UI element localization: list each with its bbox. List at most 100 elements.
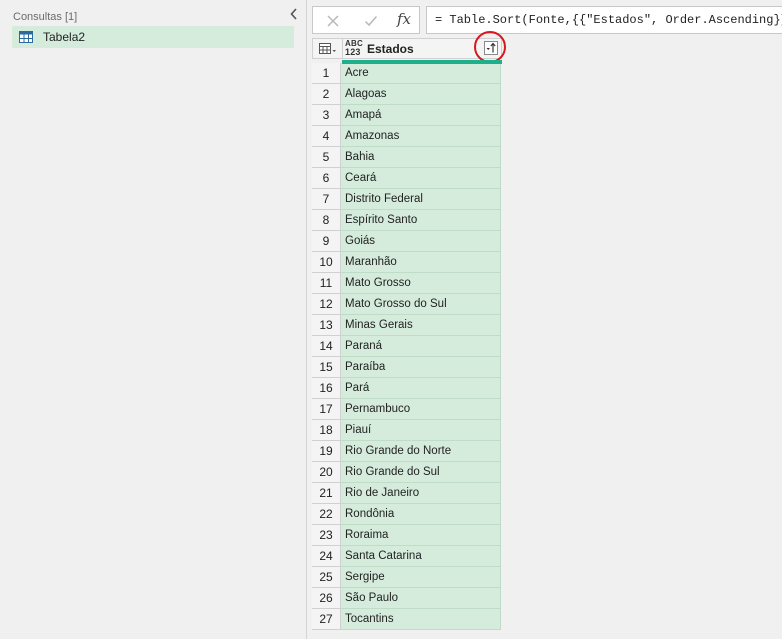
formula-input[interactable]: = Table.Sort(Fonte,{{"Estados", Order.As… — [426, 6, 782, 34]
table-row[interactable]: 1 Acre — [312, 63, 502, 84]
table-cell-estado[interactable]: São Paulo — [341, 588, 501, 609]
row-number[interactable]: 2 — [312, 84, 341, 105]
table-row[interactable]: 13 Minas Gerais — [312, 315, 502, 336]
chevron-left-icon — [290, 8, 297, 20]
table-row[interactable]: 18 Piauí — [312, 420, 502, 441]
row-number[interactable]: 14 — [312, 336, 341, 357]
row-number[interactable]: 22 — [312, 504, 341, 525]
table-cell-estado[interactable]: Roraima — [341, 525, 501, 546]
row-number[interactable]: 1 — [312, 63, 341, 84]
table-cell-estado[interactable]: Sergipe — [341, 567, 501, 588]
table-icon — [19, 31, 33, 43]
row-number[interactable]: 13 — [312, 315, 341, 336]
row-number[interactable]: 7 — [312, 189, 341, 210]
row-number[interactable]: 19 — [312, 441, 341, 462]
row-number[interactable]: 15 — [312, 357, 341, 378]
table-cell-estado[interactable]: Alagoas — [341, 84, 501, 105]
table-row[interactable]: 3 Amapá — [312, 105, 502, 126]
table-cell-estado[interactable]: Santa Catarina — [341, 546, 501, 567]
data-type-any-icon[interactable]: ABC 123 — [345, 40, 363, 57]
grid-rows: 1 Acre 2 Alagoas 3 Amapá 4 Amazonas 5 Bahia 6 Ceará… — [312, 63, 502, 630]
table-cell-estado[interactable]: Paraná — [341, 336, 501, 357]
query-item-label: Tabela2 — [43, 30, 86, 44]
row-number[interactable]: 17 — [312, 399, 341, 420]
table-cell-estado[interactable]: Ceará — [341, 168, 501, 189]
table-row[interactable]: 25 Sergipe — [312, 567, 502, 588]
row-number[interactable]: 27 — [312, 609, 341, 630]
table-cell-estado[interactable]: Minas Gerais — [341, 315, 501, 336]
table-row[interactable]: 9 Goiás — [312, 231, 502, 252]
table-row[interactable]: 6 Ceará — [312, 168, 502, 189]
table-cell-estado[interactable]: Amapá — [341, 105, 501, 126]
table-row[interactable]: 20 Rio Grande do Sul — [312, 462, 502, 483]
table-cell-estado[interactable]: Espírito Santo — [341, 210, 501, 231]
close-icon[interactable] — [325, 13, 341, 29]
table-row[interactable]: 8 Espírito Santo — [312, 210, 502, 231]
table-cell-estado[interactable]: Amazonas — [341, 126, 501, 147]
row-number[interactable]: 11 — [312, 273, 341, 294]
table-cell-estado[interactable]: Mato Grosso do Sul — [341, 294, 501, 315]
collapse-pane-button[interactable] — [287, 6, 301, 22]
table-cell-estado[interactable]: Rio de Janeiro — [341, 483, 501, 504]
table-row[interactable]: 12 Mato Grosso do Sul — [312, 294, 502, 315]
query-item-tabela2[interactable]: Tabela2 — [12, 26, 294, 48]
table-row[interactable]: 16 Pará — [312, 378, 502, 399]
formula-bar-buttons: fx — [312, 6, 420, 34]
column-quality-bar — [342, 60, 502, 64]
row-number[interactable]: 4 — [312, 126, 341, 147]
row-number[interactable]: 3 — [312, 105, 341, 126]
queries-pane: Consultas [1] Tabela2 — [0, 0, 307, 639]
row-number[interactable]: 12 — [312, 294, 341, 315]
table-row[interactable]: 10 Maranhão — [312, 252, 502, 273]
table-row[interactable]: 19 Rio Grande do Norte — [312, 441, 502, 462]
table-cell-estado[interactable]: Acre — [341, 63, 501, 84]
table-row[interactable]: 15 Paraíba — [312, 357, 502, 378]
row-number[interactable]: 8 — [312, 210, 341, 231]
table-menu-button[interactable] — [313, 39, 343, 58]
row-number[interactable]: 10 — [312, 252, 341, 273]
table-cell-estado[interactable]: Rio Grande do Sul — [341, 462, 501, 483]
table-row[interactable]: 24 Santa Catarina — [312, 546, 502, 567]
table-cell-estado[interactable]: Distrito Federal — [341, 189, 501, 210]
check-icon[interactable] — [363, 13, 379, 29]
table-menu-icon — [318, 42, 336, 54]
table-row[interactable]: 14 Paraná — [312, 336, 502, 357]
table-row[interactable]: 27 Tocantins — [312, 609, 502, 630]
table-cell-estado[interactable]: Pernambuco — [341, 399, 501, 420]
column-header-estados[interactable]: ABC 123 Estados — [312, 31, 506, 64]
row-number[interactable]: 5 — [312, 147, 341, 168]
table-cell-estado[interactable]: Maranhão — [341, 252, 501, 273]
table-row[interactable]: 21 Rio de Janeiro — [312, 483, 502, 504]
row-number[interactable]: 18 — [312, 420, 341, 441]
table-cell-estado[interactable]: Tocantins — [341, 609, 501, 630]
table-row[interactable]: 2 Alagoas — [312, 84, 502, 105]
row-number[interactable]: 9 — [312, 231, 341, 252]
table-row[interactable]: 4 Amazonas — [312, 126, 502, 147]
function-fx-button[interactable]: fx — [397, 10, 413, 28]
table-row[interactable]: 7 Distrito Federal — [312, 189, 502, 210]
table-cell-estado[interactable]: Rio Grande do Norte — [341, 441, 501, 462]
row-number[interactable]: 20 — [312, 462, 341, 483]
table-row[interactable]: 23 Roraima — [312, 525, 502, 546]
table-cell-estado[interactable]: Paraíba — [341, 357, 501, 378]
row-number[interactable]: 21 — [312, 483, 341, 504]
table-row[interactable]: 11 Mato Grosso — [312, 273, 502, 294]
table-cell-estado[interactable]: Goiás — [341, 231, 501, 252]
highlight-circle — [474, 31, 506, 63]
formula-bar: fx = Table.Sort(Fonte,{{"Estados", Order… — [312, 6, 782, 34]
table-cell-estado[interactable]: Piauí — [341, 420, 501, 441]
table-cell-estado[interactable]: Rondônia — [341, 504, 501, 525]
table-cell-estado[interactable]: Mato Grosso — [341, 273, 501, 294]
row-number[interactable]: 26 — [312, 588, 341, 609]
table-row[interactable]: 5 Bahia — [312, 147, 502, 168]
row-number[interactable]: 24 — [312, 546, 341, 567]
row-number[interactable]: 16 — [312, 378, 341, 399]
row-number[interactable]: 6 — [312, 168, 341, 189]
table-row[interactable]: 26 São Paulo — [312, 588, 502, 609]
table-row[interactable]: 17 Pernambuco — [312, 399, 502, 420]
table-row[interactable]: 22 Rondônia — [312, 504, 502, 525]
row-number[interactable]: 23 — [312, 525, 341, 546]
table-cell-estado[interactable]: Bahia — [341, 147, 501, 168]
table-cell-estado[interactable]: Pará — [341, 378, 501, 399]
row-number[interactable]: 25 — [312, 567, 341, 588]
